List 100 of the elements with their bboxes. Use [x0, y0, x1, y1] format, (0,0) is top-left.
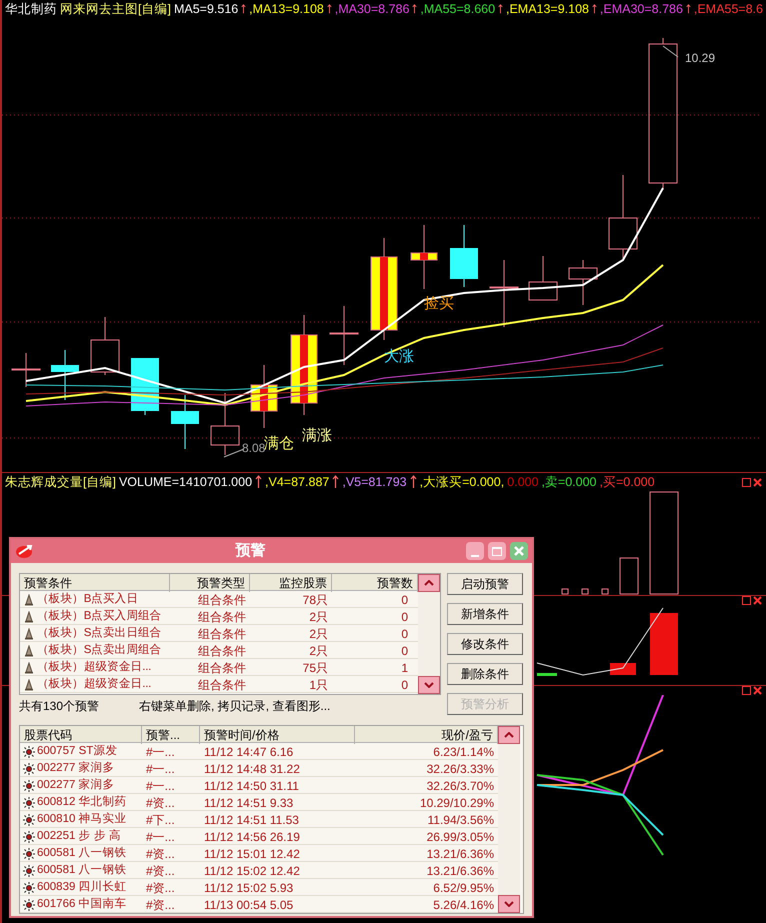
table-cell-text: 600581 八一钢铁	[37, 846, 127, 862]
candlestick	[210, 392, 240, 456]
table-cell-text: 2只	[308, 626, 329, 643]
table-cell-text: 75只	[302, 660, 329, 677]
table-cell-text: 11/12 14:48 31.22	[203, 761, 301, 778]
table-cell-text: 6.52/9.95%	[432, 880, 495, 897]
sun-icon	[23, 814, 35, 826]
indicator-bar	[537, 673, 557, 676]
volume-bar	[582, 588, 588, 594]
table-cell-text: 0	[400, 592, 409, 609]
legend-label: ,V4=87.887	[265, 474, 330, 491]
table-cell-text: 1只	[308, 677, 329, 694]
chart-annotation: 满仓	[264, 435, 294, 452]
table-cell-text: 26.99/3.05%	[426, 829, 495, 846]
sun-icon	[23, 746, 35, 758]
table-cell-text: 10.29/10.29%	[418, 795, 495, 812]
table-cell-text: 600812 华北制药	[37, 794, 127, 810]
minimize-icon	[471, 555, 479, 557]
bell-icon	[23, 662, 35, 674]
close-icon[interactable]	[753, 686, 762, 695]
table-cell-text: 11/12 14:50 31.11	[203, 778, 300, 795]
sun-icon	[23, 763, 35, 775]
bell-icon	[23, 594, 35, 606]
scrollbar[interactable]	[418, 574, 440, 694]
sun-icon	[23, 848, 35, 860]
action-button[interactable]: 新增条件	[447, 603, 523, 625]
table-cell-text: 2只	[308, 643, 329, 660]
table-cell-text: 002277 家润多	[37, 760, 115, 776]
candlestick	[410, 224, 438, 290]
column-header[interactable]: 预警...	[142, 726, 200, 744]
scroll-down-icon[interactable]	[418, 676, 440, 694]
table-cell-text: 11/13 00:54 5.05	[203, 897, 294, 914]
action-button[interactable]: 删除条件	[447, 663, 523, 685]
table-cell-text: 11/12 14:51 9.33	[203, 795, 294, 812]
candlestick	[250, 364, 278, 428]
column-header[interactable]: 监控股票	[250, 574, 332, 592]
candlestick	[490, 260, 518, 328]
table-cell-text: 0	[400, 677, 409, 694]
table-cell-text: 0	[400, 643, 409, 660]
minimize-button[interactable]	[466, 542, 484, 560]
table-cell-text: 0	[400, 609, 409, 626]
action-button[interactable]: 修改条件	[447, 633, 523, 655]
legend-label: MA5=9.516	[174, 0, 238, 18]
legend-label: ,V5=81.793	[342, 474, 407, 491]
scrollbar[interactable]	[498, 726, 520, 913]
maximize-button[interactable]	[488, 542, 506, 560]
close-button[interactable]	[510, 542, 528, 560]
candlestick	[528, 256, 558, 300]
table-cell-text: 组合条件	[197, 677, 247, 694]
sun-icon	[23, 882, 35, 894]
column-header[interactable]: 股票代码	[20, 726, 142, 744]
table-cell-text: 组合条件	[197, 609, 247, 626]
restore-icon[interactable]	[742, 596, 751, 605]
table-cell-text: （板块）超级资金日...	[37, 660, 151, 676]
table-cell-text: 11/12 14:51 11.53	[203, 812, 300, 829]
table-cell-text: #资...	[145, 880, 176, 897]
table-cell-text: 11/12 14:56 26.19	[203, 829, 301, 846]
column-header[interactable]: 预警类型	[170, 574, 250, 592]
table-cell-text: #一...	[145, 829, 176, 846]
table-cell-text: #一...	[145, 761, 176, 778]
table-cell-text: 11.94/3.56%	[426, 812, 495, 829]
indicator-bar	[610, 663, 636, 675]
table-cell-text: #资...	[145, 795, 176, 812]
column-header[interactable]: 预警时间/价格	[200, 726, 355, 744]
column-header[interactable]: 预警条件	[20, 574, 170, 592]
scroll-up-icon[interactable]	[418, 574, 440, 592]
action-button[interactable]: 启动预警	[447, 573, 523, 595]
legend-label: ,EMA13=9.108	[506, 0, 590, 18]
indicator-bar	[650, 613, 678, 675]
table-cell-text: #资...	[145, 863, 176, 880]
restore-icon[interactable]	[742, 686, 751, 695]
legend-label: ,买=0.000	[600, 474, 655, 491]
legend-label: ,MA30=8.786	[334, 0, 410, 18]
app-logo-icon	[15, 543, 35, 559]
candlestick	[12, 352, 40, 388]
volume-bar	[562, 588, 568, 594]
close-icon[interactable]	[753, 478, 762, 486]
table-cell-text: （板块）B点买入日	[37, 592, 138, 608]
chart-annotation: 10.29	[685, 51, 716, 65]
legend-label: 华北制药	[5, 0, 57, 18]
table-cell-text: 0	[400, 626, 409, 643]
table-cell-text: 13.21/6.36%	[426, 846, 495, 863]
legend-label: 0.000	[507, 474, 538, 491]
candlestick	[568, 260, 598, 306]
scroll-down-icon[interactable]	[498, 895, 520, 913]
table-cell-text: 11/12 14:47 6.16	[203, 744, 294, 761]
bell-icon	[23, 645, 35, 657]
restore-icon[interactable]	[742, 478, 751, 486]
hint-text: 右键菜单删除, 拷贝记录, 查看图形...	[139, 698, 330, 715]
table-cell-text: #一...	[145, 778, 176, 795]
candlestick	[51, 350, 79, 400]
sun-icon	[23, 797, 35, 809]
scroll-up-icon[interactable]	[498, 726, 520, 744]
table-cell-text: 11/12 15:02 5.93	[203, 880, 294, 897]
table-cell-text: 组合条件	[197, 592, 247, 609]
close-icon[interactable]	[753, 596, 762, 605]
table-cell-text: （板块）S点卖出日组合	[37, 626, 162, 642]
table-cell-text: 13.21/6.36%	[426, 863, 495, 880]
legend-label: VOLUME=1410701.000	[118, 474, 252, 491]
sun-icon	[23, 899, 35, 911]
